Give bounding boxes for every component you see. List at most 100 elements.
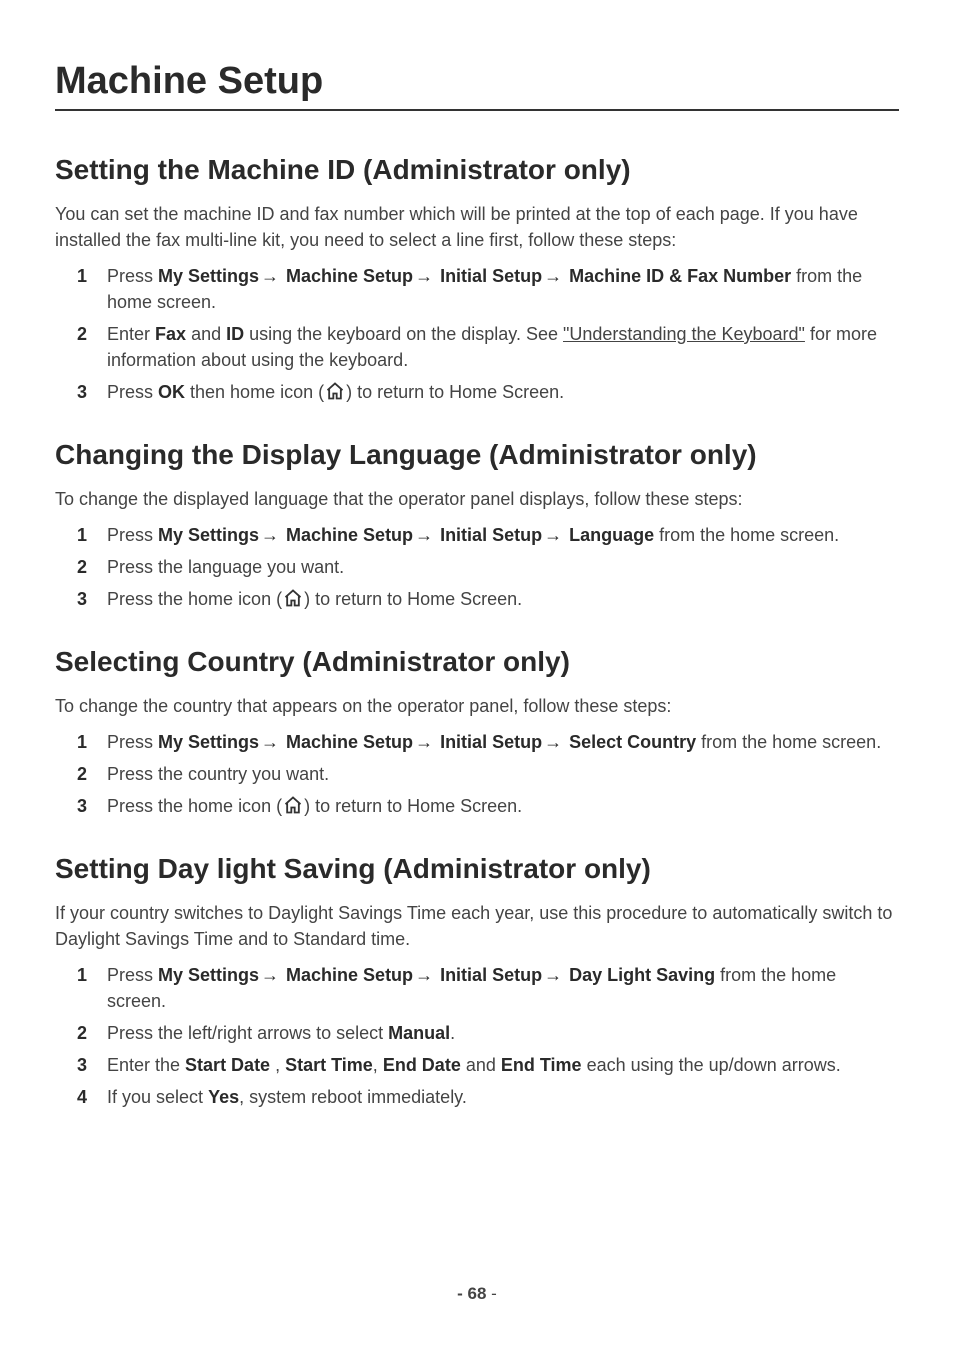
arrow-icon: → <box>261 266 279 286</box>
step-text: ) to return to Home Screen. <box>304 589 522 609</box>
steps-daylight: 1 Press My Settings→ Machine Setup→ Init… <box>55 962 899 1110</box>
step-text: Press <box>107 525 158 545</box>
arrow-icon: → <box>261 525 279 545</box>
step-text: Enter <box>107 324 155 344</box>
home-icon <box>283 588 303 615</box>
list-item: 2 Press the country you want. <box>77 761 899 787</box>
keyword: Manual <box>388 1023 450 1043</box>
step-number: 3 <box>77 379 87 405</box>
menu-path-segment: My Settings <box>158 732 259 752</box>
arrow-icon: → <box>544 965 562 985</box>
arrow-icon: → <box>415 732 433 752</box>
menu-path-segment: Language <box>564 525 654 545</box>
steps-country: 1 Press My Settings→ Machine Setup→ Init… <box>55 729 899 822</box>
menu-path-segment: Select Country <box>564 732 696 752</box>
step-text: from the home screen. <box>654 525 839 545</box>
step-number: 4 <box>77 1084 87 1110</box>
arrow-icon: → <box>415 266 433 286</box>
list-item: 2 Press the left/right arrows to select … <box>77 1020 899 1046</box>
steps-machine-id: 1 Press My Settings→ Machine Setup→ Init… <box>55 263 899 408</box>
step-text: . <box>450 1023 455 1043</box>
list-item: 3 Press the home icon ( ) to return to Ho… <box>77 793 899 822</box>
step-text: , <box>270 1055 285 1075</box>
keyword: Fax <box>155 324 186 344</box>
arrow-icon: → <box>415 525 433 545</box>
home-icon <box>325 381 345 408</box>
menu-path-segment: Machine Setup <box>281 965 413 985</box>
step-text: and <box>186 324 226 344</box>
step-text: Enter the <box>107 1055 185 1075</box>
arrow-icon: → <box>415 965 433 985</box>
step-text: Press the language you want. <box>107 557 344 577</box>
intro-language: To change the displayed language that th… <box>55 486 899 512</box>
keyword: Start Time <box>285 1055 373 1075</box>
list-item: 1 Press My Settings→ Machine Setup→ Init… <box>77 729 899 755</box>
step-text: Press <box>107 732 158 752</box>
section-heading-language: Changing the Display Language (Administr… <box>55 438 899 472</box>
list-item: 4 If you select Yes, system reboot immed… <box>77 1084 899 1110</box>
step-text: then home icon ( <box>185 382 324 402</box>
menu-path-segment: Initial Setup <box>435 732 542 752</box>
page-number-prefix: - <box>457 1284 467 1303</box>
menu-path-segment: Initial Setup <box>435 525 542 545</box>
step-number: 2 <box>77 321 87 347</box>
intro-country: To change the country that appears on th… <box>55 693 899 719</box>
step-text: ) to return to Home Screen. <box>304 796 522 816</box>
menu-path-segment: My Settings <box>158 525 259 545</box>
step-text: Press <box>107 266 158 286</box>
list-item: 3 Enter the Start Date , Start Time, End… <box>77 1052 899 1078</box>
step-number: 1 <box>77 522 87 548</box>
menu-path-segment: Initial Setup <box>435 266 542 286</box>
step-number: 2 <box>77 554 87 580</box>
menu-path-segment: Machine Setup <box>281 525 413 545</box>
page-number-suffix: - <box>486 1284 496 1303</box>
step-text: If you select <box>107 1087 208 1107</box>
menu-path-segment: My Settings <box>158 965 259 985</box>
menu-path-segment: My Settings <box>158 266 259 286</box>
step-text: Press <box>107 965 158 985</box>
keyword: End Time <box>501 1055 582 1075</box>
section-heading-daylight: Setting Day light Saving (Administrator … <box>55 852 899 886</box>
menu-path-segment: Machine Setup <box>281 266 413 286</box>
step-text: ) to return to Home Screen. <box>346 382 564 402</box>
section-heading-country: Selecting Country (Administrator only) <box>55 645 899 679</box>
step-text: and <box>461 1055 501 1075</box>
list-item: 3 Press the home icon ( ) to return to Ho… <box>77 586 899 615</box>
step-text: Press the country you want. <box>107 764 329 784</box>
title-rule <box>55 109 899 111</box>
step-number: 3 <box>77 793 87 819</box>
step-number: 1 <box>77 263 87 289</box>
step-text: Press the left/right arrows to select <box>107 1023 388 1043</box>
keyword: Start Date <box>185 1055 270 1075</box>
list-item: 2 Press the language you want. <box>77 554 899 580</box>
menu-path-segment: Machine ID & Fax Number <box>564 266 791 286</box>
list-item: 1 Press My Settings→ Machine Setup→ Init… <box>77 263 899 315</box>
arrow-icon: → <box>544 732 562 752</box>
arrow-icon: → <box>544 266 562 286</box>
step-number: 3 <box>77 1052 87 1078</box>
list-item: 1 Press My Settings→ Machine Setup→ Init… <box>77 962 899 1014</box>
arrow-icon: → <box>544 525 562 545</box>
keyword: End Date <box>383 1055 461 1075</box>
keyword: Yes <box>208 1087 239 1107</box>
step-number: 1 <box>77 729 87 755</box>
home-icon <box>283 795 303 822</box>
intro-machine-id: You can set the machine ID and fax numbe… <box>55 201 899 253</box>
steps-language: 1 Press My Settings→ Machine Setup→ Init… <box>55 522 899 615</box>
step-number: 1 <box>77 962 87 988</box>
list-item: 3 Press OK then home icon () to return t… <box>77 379 899 408</box>
menu-path-segment: Day Light Saving <box>564 965 715 985</box>
list-item: 2 Enter Fax and ID using the keyboard on… <box>77 321 899 373</box>
step-number: 2 <box>77 1020 87 1046</box>
step-text: using the keyboard on the display. See <box>244 324 563 344</box>
menu-path-segment: Initial Setup <box>435 965 542 985</box>
step-number: 3 <box>77 586 87 612</box>
arrow-icon: → <box>261 732 279 752</box>
cross-reference-link[interactable]: "Understanding the Keyboard" <box>563 324 805 344</box>
page-footer: - 68 - <box>0 1284 954 1304</box>
intro-daylight: If your country switches to Daylight Sav… <box>55 900 899 952</box>
step-text: Press the home icon ( <box>107 796 282 816</box>
keyword: ID <box>226 324 244 344</box>
section-heading-machine-id: Setting the Machine ID (Administrator on… <box>55 153 899 187</box>
step-text: Press the home icon ( <box>107 589 282 609</box>
